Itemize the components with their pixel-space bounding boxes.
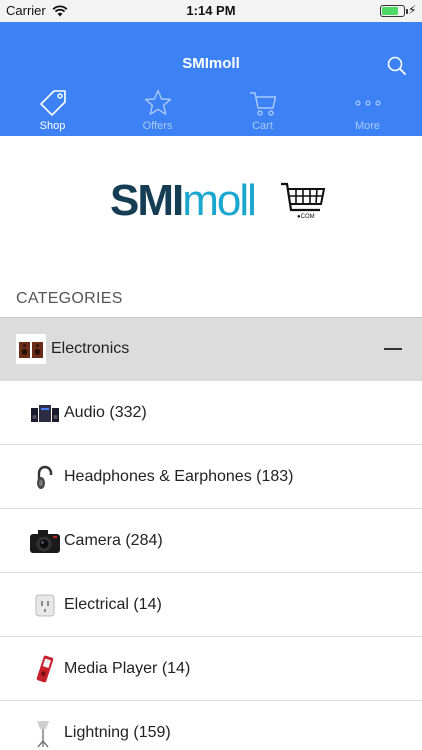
subcategory-label: Electrical (14): [64, 596, 162, 613]
clock: 1:14 PM: [186, 3, 236, 18]
star-icon: [143, 88, 173, 118]
lamp-thumbnail: [29, 717, 61, 749]
tab-more[interactable]: More: [315, 86, 420, 136]
app-header: SMImoll Shop Offers Cart More: [0, 22, 422, 136]
audio-system-thumbnail: [29, 397, 61, 429]
subcategory-electrical[interactable]: Electrical (14): [0, 573, 422, 637]
charging-icon: ⚡: [408, 3, 417, 17]
subcategory-label: Media Player (14): [64, 660, 191, 677]
collapse-icon[interactable]: [384, 348, 402, 350]
app-title: SMImoll: [182, 55, 240, 72]
subcategory-label: Lightning (159): [64, 724, 171, 741]
subcategory-camera[interactable]: Camera (284): [0, 509, 422, 573]
subcategory-audio[interactable]: Audio (332): [0, 381, 422, 445]
tab-label: Offers: [142, 120, 173, 132]
status-bar: Carrier 1:14 PM ⚡: [0, 0, 422, 22]
more-dots-icon: [353, 88, 383, 118]
brand-banner[interactable]: SMImoll ●COM: [0, 136, 422, 270]
brand-logo: SMImoll: [110, 176, 257, 225]
tab-bar: Shop Offers Cart More: [0, 86, 422, 136]
category-name: Electronics: [51, 340, 130, 357]
categories-heading: CATEGORIES: [16, 290, 123, 307]
socket-thumbnail: [29, 589, 61, 621]
search-icon[interactable]: [386, 55, 408, 77]
logo-suffix: ●COM: [297, 214, 315, 220]
category-electronics[interactable]: Electronics: [0, 317, 422, 381]
battery-level: [382, 7, 398, 15]
subcategory-label: Audio (332): [64, 404, 147, 421]
tab-label: More: [354, 120, 381, 132]
cart-icon: [248, 88, 278, 118]
camera-thumbnail: [29, 525, 61, 557]
tab-cart[interactable]: Cart: [210, 86, 315, 136]
speakers-thumbnail: [16, 334, 46, 364]
tab-offers[interactable]: Offers: [105, 86, 210, 136]
headphones-thumbnail: [29, 461, 61, 493]
subcategory-media-player[interactable]: Media Player (14): [0, 637, 422, 701]
subcategory-label: Camera (284): [64, 532, 163, 549]
battery-icon: [380, 5, 408, 17]
tab-shop[interactable]: Shop: [0, 86, 105, 136]
tab-label: Cart: [252, 120, 273, 132]
media-player-thumbnail: [29, 653, 61, 685]
tag-icon: [38, 88, 68, 118]
subcategory-headphones[interactable]: Headphones & Earphones (183): [0, 445, 422, 509]
subcategory-label: Headphones & Earphones (183): [64, 468, 294, 485]
subcategory-lightning[interactable]: Lightning (159): [0, 701, 422, 750]
tab-label: Shop: [39, 120, 66, 132]
